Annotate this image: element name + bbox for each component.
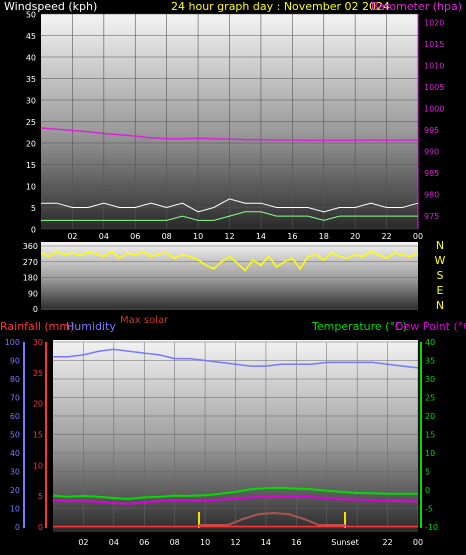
direction-panel <box>41 242 418 310</box>
humidity-tick-label: 30 <box>10 468 20 477</box>
barometer-tick-label: 985 <box>424 169 439 178</box>
humidity-tick-label: 60 <box>10 412 20 421</box>
wind-x-tick-label: 10 <box>193 232 203 241</box>
barometer-tick-label: 1005 <box>424 83 444 92</box>
wind-tick-label: 30 <box>26 97 36 106</box>
rain-tick-label: 5 <box>38 492 43 501</box>
wind-tick-label: 45 <box>26 32 36 41</box>
temperature-x-tick-label: 00 <box>413 538 423 547</box>
rain-tick-label: 30 <box>33 338 43 347</box>
direction-letter-e: E <box>437 284 444 297</box>
temperature-x-tick-label: 12 <box>230 538 240 547</box>
temperature-tick-label: 25 <box>425 394 435 403</box>
temperature-x-tick-label: Sunset <box>331 538 358 547</box>
barometer-tick-label: 1000 <box>424 105 444 114</box>
temperature-x-tick-label: 16 <box>291 538 301 547</box>
humidity-tick-label: 80 <box>10 375 20 384</box>
direction-tick-label: 270 <box>23 258 38 267</box>
temperature-x-tick-label: 08 <box>170 538 180 547</box>
wind-x-tick-label: 14 <box>256 232 266 241</box>
wind-x-tick-label: 22 <box>381 232 391 241</box>
wind-x-tick-label: 12 <box>224 232 234 241</box>
temperature-x-tick-label: 10 <box>200 538 210 547</box>
barometer-tick-label: 995 <box>424 126 439 135</box>
humidity-tick-label: 20 <box>10 486 20 495</box>
wind-tick-label: 40 <box>26 54 36 63</box>
temperature-tick-label: 5 <box>425 468 430 477</box>
wind-tick-label: 5 <box>31 204 36 213</box>
temperature-tick-label: 10 <box>425 449 435 458</box>
rain-tick-label: 20 <box>33 400 43 409</box>
barometer-tick-label: 975 <box>424 212 439 221</box>
barometer-tick-label: 1010 <box>424 62 444 71</box>
max-solar-label: Max solar <box>120 315 169 326</box>
direction-letter-w: W <box>435 254 446 267</box>
temperature-axis-label: Temperature (°C) <box>311 320 407 333</box>
humidity-tick-label: 70 <box>10 394 20 403</box>
direction-tick-label: 360 <box>23 242 38 251</box>
rain-tick-label: 10 <box>33 461 43 470</box>
wind-axis-label: Windspeed (kph) <box>4 0 97 13</box>
barometer-tick-label: 1015 <box>424 40 444 49</box>
temperature-tick-label: -10 <box>425 523 438 532</box>
wind-tick-label: 25 <box>26 118 36 127</box>
rain-tick-label: 25 <box>33 369 43 378</box>
wind-tick-label: 20 <box>26 140 36 149</box>
barometer-tick-label: 980 <box>424 191 439 200</box>
temperature-x-tick-label: 02 <box>78 538 88 547</box>
temperature-tick-label: 35 <box>425 357 435 366</box>
temperature-x-tick-label: 14 <box>261 538 271 547</box>
wind-x-tick-label: 20 <box>350 232 360 241</box>
temperature-tick-label: -5 <box>425 505 433 514</box>
barometer-tick-label: 990 <box>424 148 439 157</box>
temperature-tick-label: 30 <box>425 375 435 384</box>
wind-tick-label: 35 <box>26 75 36 84</box>
barometer-tick-label: 1020 <box>424 19 444 28</box>
direction-tick-label: 0 <box>33 305 38 314</box>
wind-x-tick-label: 18 <box>319 232 329 241</box>
humidity-tick-label: 40 <box>10 449 20 458</box>
wind-x-tick-label: 04 <box>99 232 109 241</box>
humidity-tick-label: 100 <box>5 338 20 347</box>
direction-letter-n: N <box>436 239 444 252</box>
humidity-tick-label: 50 <box>10 431 20 440</box>
wind-x-tick-label: 02 <box>67 232 77 241</box>
direction-letter-n: N <box>436 299 444 312</box>
humidity-tick-label: 10 <box>10 505 20 514</box>
humidity-tick-label: 0 <box>15 523 20 532</box>
temperature-tick-label: 0 <box>425 486 430 495</box>
chart-title: 24 hour graph day : November 02 2024 <box>171 0 390 13</box>
wind-x-tick-label: 00 <box>413 232 423 241</box>
humidity-tick-label: 90 <box>10 357 20 366</box>
direction-tick-label: 180 <box>23 274 38 283</box>
temperature-x-tick-label: 04 <box>109 538 119 547</box>
rain-tick-label: 0 <box>38 523 43 532</box>
direction-letters: NWSEN <box>435 239 446 312</box>
temperature-tick-label: 20 <box>425 412 435 421</box>
wind-x-tick-label: 08 <box>162 232 172 241</box>
barometer-axis-label: Barometer (hpa) <box>371 0 462 13</box>
wind-tick-label: 15 <box>26 161 36 170</box>
temperature-tick-label: 15 <box>425 431 435 440</box>
temperature-x-tick-label: 06 <box>139 538 149 547</box>
rain-tick-label: 15 <box>33 431 43 440</box>
wind-tick-label: 10 <box>26 183 36 192</box>
humidity-axis-label: Humidity <box>66 320 116 333</box>
weather-graph: 0510152025303540455097598098599099510001… <box>0 0 466 547</box>
wind-tick-label: 0 <box>31 226 36 235</box>
rainfall-axis-label: Rainfall (mm) <box>0 320 74 333</box>
temperature-tick-label: 40 <box>425 338 435 347</box>
temperature-x-tick-label: 22 <box>382 538 392 547</box>
wind-x-tick-label: 06 <box>130 232 140 241</box>
direction-letter-s: S <box>437 269 444 282</box>
wind-x-tick-label: 16 <box>287 232 297 241</box>
direction-tick-label: 90 <box>28 289 38 298</box>
dewpoint-axis-label: Dew Point (°C) <box>395 320 466 333</box>
